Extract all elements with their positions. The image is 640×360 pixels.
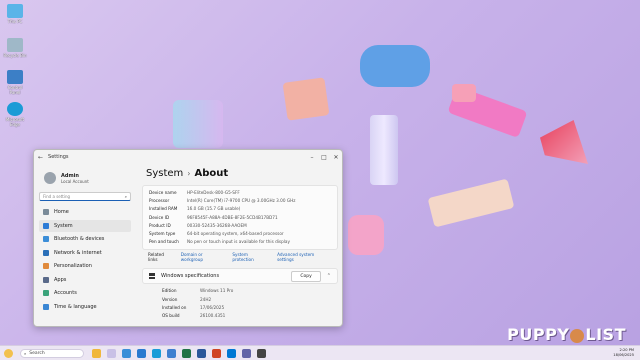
taskbar-app-icon[interactable]: [212, 348, 221, 358]
network-icon: [43, 249, 49, 256]
sidebar-item-personalization[interactable]: Personalization: [39, 260, 131, 272]
desktop-icon-control-panel[interactable]: Control Panel: [2, 70, 28, 95]
windows-specs-title: Windows specifications: [161, 273, 220, 280]
page-title: About: [194, 168, 229, 179]
dog-logo-icon: [570, 328, 585, 343]
sidebar-item-network[interactable]: Network & internet: [39, 247, 131, 259]
sidebar: Admin Local Account Find a setting ⌕ Hom…: [34, 164, 136, 326]
taskbar-app-icon[interactable]: [122, 348, 131, 358]
spec-row: System type 64-bit operating system, x64-…: [149, 231, 284, 237]
back-arrow-icon[interactable]: ←: [38, 154, 43, 161]
link-domain-workgroup[interactable]: Domain or workgroup: [181, 252, 225, 262]
spec-row: Installed on 17/06/2025: [162, 304, 225, 310]
wallpaper-shape-pot: [348, 215, 384, 255]
wallpaper-shape-tray: [427, 178, 515, 228]
taskbar-search[interactable]: ⌕ Search: [20, 348, 84, 358]
related-links: Related links Domain or workgroup System…: [142, 250, 338, 264]
taskbar-app-icon[interactable]: [92, 348, 101, 358]
spec-row: Version 24H2: [162, 296, 212, 302]
desktop-icon-this-pc[interactable]: This PC: [2, 4, 28, 24]
related-links-label: Related links: [148, 252, 164, 263]
spec-row: Device name HP-EliteDesk-800-G5-SFF: [149, 190, 240, 195]
search-icon: ⌕: [124, 194, 127, 199]
spec-row: Installed RAM 16.0 GB (15.7 GB usable): [149, 206, 241, 212]
control-panel-icon: [7, 70, 23, 84]
taskbar-app-icon[interactable]: [107, 348, 116, 358]
spec-row: OS build 26100.4351: [162, 313, 226, 319]
spec-row: Processor Intel(R) Core(TM) i7-9700 CPU @…: [149, 198, 296, 204]
desktop-icon-recycle-bin[interactable]: Recycle Bin: [2, 38, 28, 58]
chevron-up-icon[interactable]: ⌃: [327, 273, 331, 279]
desktop-icon-edge[interactable]: Microsoft Edge: [2, 102, 28, 127]
taskbar-apps: [92, 348, 272, 358]
sidebar-item-system[interactable]: System: [39, 219, 131, 232]
taskbar-app-icon[interactable]: [257, 348, 266, 358]
home-icon: [43, 209, 49, 215]
breadcrumb: System › About: [146, 168, 338, 179]
accounts-icon: [43, 290, 49, 296]
clock-date: 18/06/2025: [613, 353, 634, 357]
taskbar-app-icon[interactable]: [227, 348, 236, 358]
breadcrumb-parent[interactable]: System: [146, 168, 183, 179]
sidebar-nav: Home System Bluetooth & devices Network …: [39, 206, 131, 313]
search-icon: ⌕: [24, 350, 27, 356]
wallpaper-shape-pillar: [173, 100, 223, 148]
bluetooth-icon: [43, 236, 49, 242]
edge-icon: [7, 102, 23, 116]
copy-button[interactable]: Copy: [291, 270, 321, 282]
user-account-type: Local Account: [61, 178, 89, 184]
sidebar-item-bluetooth[interactable]: Bluetooth & devices: [39, 233, 131, 245]
wallpaper-shape-cube: [282, 77, 330, 121]
close-button[interactable]: ✕: [330, 154, 342, 161]
system-tray-clock[interactable]: 2:20 PM 18/06/2025: [613, 348, 634, 358]
puppylist-watermark: PUPPY LIST: [507, 325, 626, 344]
maximize-button[interactable]: □: [318, 154, 330, 161]
wallpaper-shape-cup: [452, 84, 476, 102]
taskbar: ⌕ Search 2:20 PM 18/06/2025: [0, 345, 640, 360]
minimize-button[interactable]: –: [306, 154, 318, 161]
breadcrumb-separator: ›: [187, 169, 191, 178]
spec-row: Edition Windows 11 Pro: [162, 288, 234, 294]
taskbar-app-icon[interactable]: [197, 348, 206, 358]
taskbar-app-icon[interactable]: [182, 348, 191, 358]
recycle-bin-icon: [7, 38, 23, 52]
search-placeholder: Find a setting: [43, 194, 71, 199]
avatar: [44, 172, 56, 184]
wallpaper-shape-ribbed: [370, 115, 398, 185]
system-icon: [43, 222, 49, 229]
wallpaper-shape-triangle: [540, 120, 588, 164]
computer-icon: [7, 4, 23, 18]
brush-icon: [43, 263, 49, 269]
wallpaper-shape-sponge: [360, 45, 430, 87]
user-card[interactable]: Admin Local Account: [44, 172, 131, 184]
sidebar-item-home[interactable]: Home: [39, 206, 131, 218]
taskbar-app-icon[interactable]: [152, 348, 161, 358]
windows-specs-header[interactable]: Windows specifications Copy ⌃: [142, 268, 338, 285]
windows-logo-icon: [149, 273, 155, 280]
spec-row: Product ID 00330-52435-36268-AAOEM: [149, 222, 247, 228]
link-advanced-system-settings[interactable]: Advanced system settings: [277, 252, 330, 262]
taskbar-app-icon[interactable]: [167, 348, 176, 358]
sidebar-item-accounts[interactable]: Accounts: [39, 287, 131, 299]
title-bar: ← Settings – □ ✕: [34, 150, 342, 164]
link-system-protection[interactable]: System protection: [232, 252, 269, 262]
sidebar-item-time-language[interactable]: Time & language: [39, 301, 131, 313]
windows-specs-body: Edition Windows 11 Pro Version 24H2 Instal…: [142, 284, 338, 320]
device-specs-card: Device name HP-EliteDesk-800-G5-SFF Proce…: [142, 185, 338, 251]
window-title: Settings: [48, 154, 69, 160]
settings-window: ← Settings – □ ✕ Admin Local Account Fin…: [33, 149, 343, 327]
taskbar-app-icon[interactable]: [137, 348, 146, 358]
spec-row: Device ID 96F8545F-A88A-4DBE-8F2E-5CD4B17…: [149, 214, 278, 220]
clock-icon: [43, 303, 49, 310]
apps-icon: [43, 276, 49, 283]
weather-icon[interactable]: [4, 349, 13, 358]
taskbar-app-icon[interactable]: [242, 348, 251, 358]
sidebar-item-apps[interactable]: Apps: [39, 274, 131, 286]
main-content: System › About Device name HP-EliteDesk-8…: [138, 164, 342, 326]
spec-row: Pen and touch No pen or touch input is av…: [149, 239, 290, 245]
settings-search-input[interactable]: Find a setting ⌕: [39, 192, 131, 201]
